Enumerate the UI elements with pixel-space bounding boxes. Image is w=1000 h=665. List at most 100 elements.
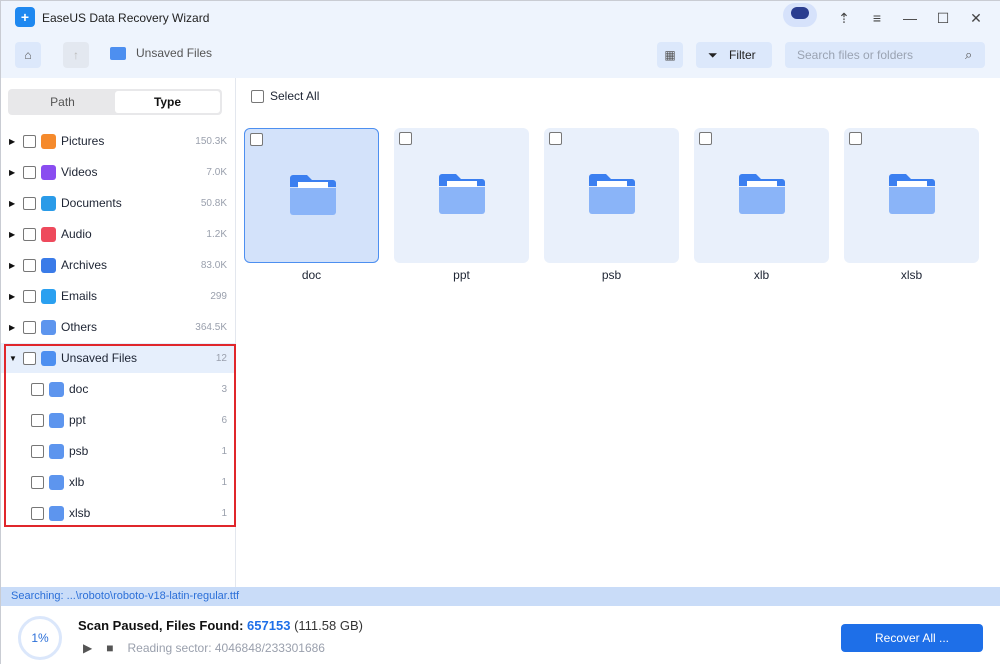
category-icon — [41, 319, 56, 335]
item-label: Videos — [61, 165, 98, 179]
unsaved-folder-icon — [110, 46, 126, 60]
select-all[interactable]: Select All — [251, 89, 319, 103]
tab-type[interactable]: Type — [115, 91, 220, 113]
scan-panel: 1% Scan Paused, Files Found: 657153 (111… — [1, 606, 1000, 665]
upload-icon[interactable]: ⇡ — [834, 9, 854, 27]
folder-tile[interactable] — [394, 128, 529, 263]
collapsed-arrow-icon[interactable]: ▶ — [9, 230, 17, 239]
breadcrumb: Unsaved Files — [110, 46, 212, 60]
filter-button[interactable]: ⏷ Filter — [696, 42, 772, 68]
account-avatar-icon[interactable] — [783, 3, 817, 27]
collapsed-arrow-icon[interactable]: ▶ — [9, 261, 17, 270]
folder-tile[interactable] — [844, 128, 979, 263]
filter-icon: ⏷ — [708, 48, 718, 62]
category-icon — [41, 226, 56, 242]
tile-label: doc — [301, 268, 322, 282]
sidebar: Path Type ▶ Pictures 150.3K ▶ Videos 7.0… — [1, 78, 236, 587]
item-checkbox[interactable] — [23, 289, 36, 303]
folder-tile[interactable] — [694, 128, 829, 263]
item-count: 1.2K — [206, 228, 227, 240]
item-label: Pictures — [61, 134, 105, 148]
app-logo-icon: + — [15, 7, 35, 27]
sidebar-item-documents[interactable]: ▶ Documents 50.8K — [1, 188, 235, 218]
category-icon — [41, 195, 56, 211]
sidebar-item-audio[interactable]: ▶ Audio 1.2K — [1, 219, 235, 249]
maximize-icon[interactable]: ☐ — [933, 9, 953, 27]
select-all-label: Select All — [270, 89, 320, 103]
view-toggle: Path Type — [8, 89, 222, 115]
search-input[interactable] — [785, 42, 985, 68]
tile-checkbox[interactable] — [549, 132, 562, 145]
title-bar: + EaseUS Data Recovery Wizard ⇡ ≡ — ☐ ✕ … — [1, 1, 1000, 78]
recover-all-button[interactable]: Recover All ... — [841, 624, 983, 652]
file-grid: Select All doc ppt psb xlb xlsb — [237, 78, 1000, 587]
category-icon — [41, 133, 56, 149]
item-checkbox[interactable] — [23, 134, 36, 148]
highlight-box — [4, 344, 236, 527]
folder-icon — [290, 175, 336, 215]
status-bar: Searching: ...\roboto\roboto-v18-latin-r… — [1, 587, 1000, 606]
item-checkbox[interactable] — [23, 258, 36, 272]
breadcrumb-label: Unsaved Files — [136, 46, 213, 60]
filter-label: Filter — [729, 48, 756, 62]
tile-checkbox[interactable] — [849, 132, 862, 145]
tile-checkbox[interactable] — [250, 133, 263, 146]
collapsed-arrow-icon[interactable]: ▶ — [9, 292, 17, 301]
select-all-checkbox[interactable] — [251, 89, 264, 103]
up-button[interactable]: ↑ — [63, 42, 89, 68]
files-size: (111.58 GB) — [294, 618, 363, 633]
collapsed-arrow-icon[interactable]: ▶ — [9, 168, 17, 177]
tile-checkbox[interactable] — [399, 132, 412, 145]
folder-icon — [439, 174, 485, 214]
item-checkbox[interactable] — [23, 227, 36, 241]
tile-label: ppt — [453, 268, 470, 282]
folder-icon — [589, 174, 635, 214]
menu-icon[interactable]: ≡ — [867, 9, 887, 27]
item-count: 83.0K — [200, 259, 227, 271]
search-icon[interactable]: ⌕ — [965, 47, 972, 63]
item-count: 7.0K — [206, 166, 227, 178]
item-label: Emails — [61, 289, 98, 303]
folder-tile[interactable] — [544, 128, 679, 263]
close-icon[interactable]: ✕ — [966, 9, 986, 27]
item-label: Audio — [61, 227, 92, 241]
item-label: Others — [61, 320, 98, 334]
collapsed-arrow-icon[interactable]: ▶ — [9, 137, 17, 146]
item-count: 364.5K — [195, 321, 227, 333]
app-title: EaseUS Data Recovery Wizard — [42, 11, 210, 25]
item-checkbox[interactable] — [23, 320, 36, 334]
tile-checkbox[interactable] — [699, 132, 712, 145]
play-icon[interactable]: ▶ — [83, 641, 92, 655]
item-count: 50.8K — [200, 197, 227, 209]
item-label: Documents — [61, 196, 122, 210]
category-icon — [41, 288, 56, 304]
tile-label: xlb — [753, 268, 770, 282]
files-found-count: 657153 — [247, 618, 291, 633]
minimize-icon[interactable]: — — [900, 9, 920, 27]
folder-icon — [739, 174, 785, 214]
scan-status: Scan Paused, Files Found: 657153 (111.58… — [78, 618, 363, 633]
sidebar-item-videos[interactable]: ▶ Videos 7.0K — [1, 157, 235, 187]
item-count: 299 — [210, 290, 227, 302]
item-label: Archives — [61, 258, 108, 272]
reading-sector: Reading sector: 4046848/233301686 — [127, 641, 325, 655]
sidebar-item-others[interactable]: ▶ Others 364.5K — [1, 312, 235, 342]
collapsed-arrow-icon[interactable]: ▶ — [9, 323, 17, 332]
progress-ring: 1% — [18, 616, 62, 660]
home-button[interactable]: ⌂ — [15, 42, 41, 68]
category-icon — [41, 257, 56, 273]
sidebar-item-emails[interactable]: ▶ Emails 299 — [1, 281, 235, 311]
collapsed-arrow-icon[interactable]: ▶ — [9, 199, 17, 208]
item-count: 150.3K — [195, 135, 227, 147]
category-icon — [41, 164, 56, 180]
folder-icon — [889, 174, 935, 214]
tab-path[interactable]: Path — [10, 91, 115, 113]
grid-view-button[interactable]: ▦ — [657, 42, 683, 68]
item-checkbox[interactable] — [23, 196, 36, 210]
folder-tile[interactable] — [244, 128, 379, 263]
stop-icon[interactable]: ■ — [106, 641, 113, 655]
tile-label: xlsb — [900, 268, 923, 282]
sidebar-item-archives[interactable]: ▶ Archives 83.0K — [1, 250, 235, 280]
sidebar-item-pictures[interactable]: ▶ Pictures 150.3K — [1, 126, 235, 156]
item-checkbox[interactable] — [23, 165, 36, 179]
